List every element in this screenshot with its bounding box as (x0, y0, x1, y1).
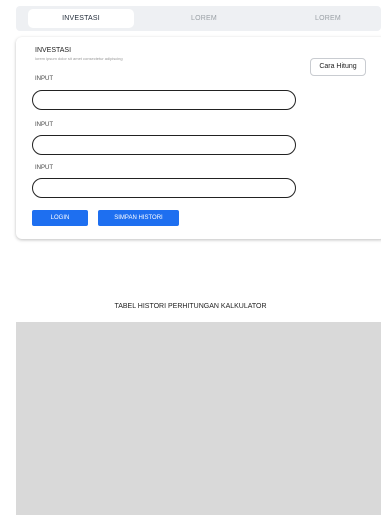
card-subtitle: lorem ipsum dolor sit amet consectetur a… (35, 56, 123, 61)
input-label-1: INPUT (35, 76, 53, 82)
tab-investasi[interactable]: INVESTASI (28, 9, 134, 28)
input-label-2: INPUT (35, 122, 53, 128)
table-title: TABEL HISTORI PERHITUNGAN KALKULATOR (114, 303, 267, 310)
input-field-3[interactable] (32, 178, 296, 198)
input-field-1[interactable] (32, 90, 296, 110)
input-field-2[interactable] (32, 135, 296, 155)
tab-lorem-2[interactable]: LOREM (278, 9, 378, 28)
investasi-card: INVESTASI lorem ipsum dolor sit amet con… (16, 37, 381, 239)
history-table (16, 322, 381, 515)
card-title: INVESTASI (35, 47, 72, 54)
login-button[interactable]: LOGIN (32, 210, 88, 226)
tab-lorem-1[interactable]: LOREM (154, 9, 254, 28)
cara-hitung-button[interactable]: Cara Hitung (310, 58, 366, 76)
tab-bar: INVESTASI LOREM LOREM (16, 6, 381, 31)
simpan-histori-button[interactable]: SIMPAN HISTORI (98, 210, 179, 226)
input-label-3: INPUT (35, 165, 53, 171)
